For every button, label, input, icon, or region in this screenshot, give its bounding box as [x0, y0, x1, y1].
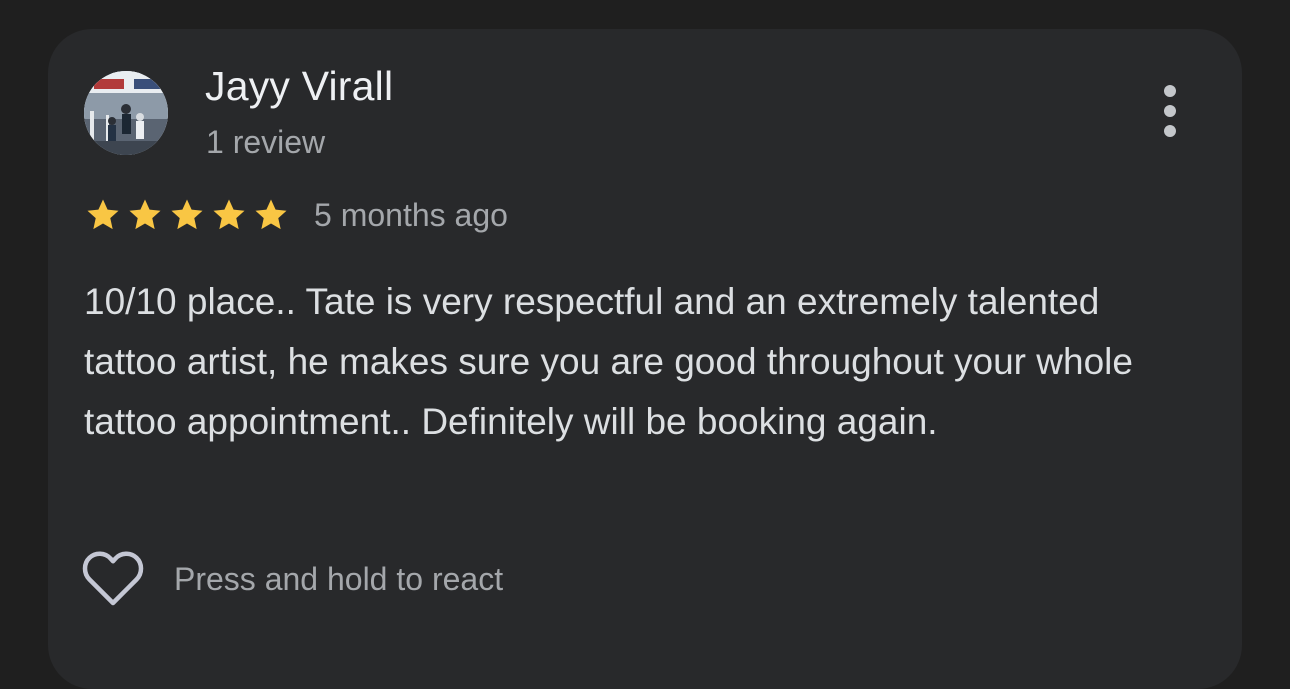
star-rating — [84, 196, 290, 234]
author-review-count: 1 review — [206, 124, 326, 160]
avatar[interactable] — [84, 71, 168, 155]
star-icon — [252, 196, 290, 234]
review-text: 10/10 place.. Tate is very respectful an… — [84, 281, 1133, 442]
star-icon — [126, 196, 164, 234]
react-button[interactable]: Press and hold to react — [82, 551, 503, 607]
review-time: 5 months ago — [314, 196, 508, 233]
review-card: Jayy Virall 1 review 5 months ago 10/10 … — [48, 29, 1242, 689]
heart-outline-icon[interactable] — [82, 551, 144, 607]
avatar-photo — [84, 71, 168, 155]
more-options-button[interactable] — [1150, 85, 1190, 141]
more-vert-icon-dot — [1164, 125, 1176, 137]
author-name[interactable]: Jayy Virall — [205, 63, 393, 110]
star-icon — [210, 196, 248, 234]
rating-row: 5 months ago — [84, 193, 508, 237]
star-icon — [84, 196, 122, 234]
more-vert-icon-dot — [1164, 105, 1176, 117]
react-label: Press and hold to react — [174, 560, 504, 597]
more-vert-icon — [1164, 85, 1176, 97]
star-icon — [168, 196, 206, 234]
